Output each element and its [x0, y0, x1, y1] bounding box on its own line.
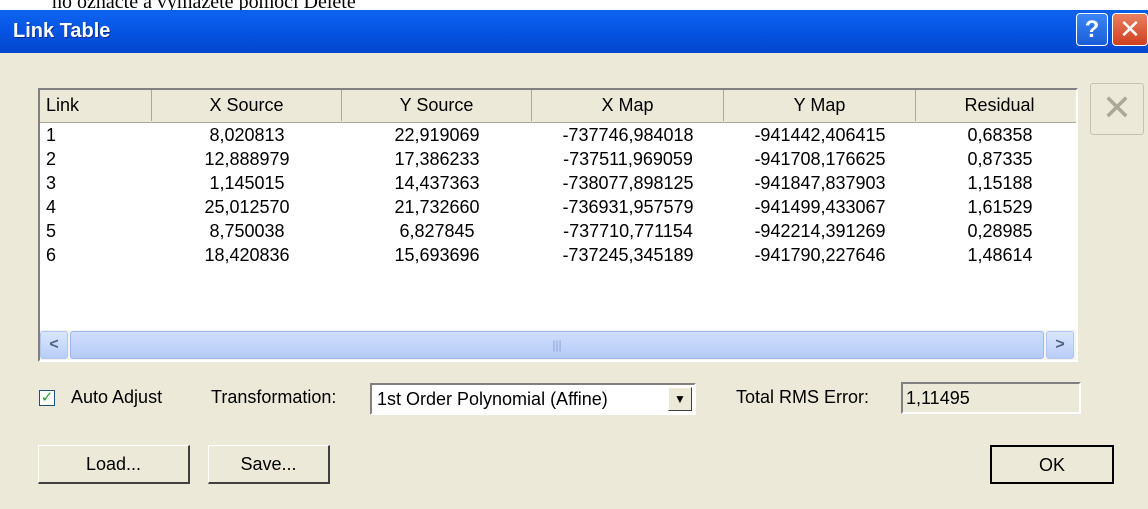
cell-residual: 1,48614 — [967, 245, 1033, 265]
ok-button[interactable]: OK — [990, 445, 1114, 484]
cell-link: 6 — [46, 245, 57, 265]
cell-x-source: 18,420836 — [204, 245, 290, 265]
title-bar[interactable]: Link Table ? ✕ — [0, 10, 1148, 53]
cell-x-source: 1,145015 — [209, 173, 285, 193]
cell-y-map: -941442,406415 — [754, 125, 886, 145]
cell-x-map: -737710,771154 — [563, 221, 693, 241]
horizontal-scrollbar[interactable]: < ||| > — [40, 330, 1076, 360]
cell-link: 4 — [46, 197, 57, 217]
scroll-thumb[interactable]: ||| — [70, 331, 1044, 359]
delete-x-icon: ✕ — [1101, 87, 1133, 128]
cell-y-source: 22,919069 — [394, 125, 480, 145]
cell-y-source: 21,732660 — [394, 197, 480, 217]
cell-y-map: -941847,837903 — [754, 173, 886, 193]
cell-link: 5 — [46, 221, 57, 241]
chevron-down-icon: ▼ — [674, 392, 686, 406]
cell-y-source: 14,437363 — [394, 173, 480, 193]
transformation-label: Transformation: — [211, 387, 337, 407]
table-row[interactable]: 4 25,012570 21,732660 -736931,957579 -94… — [40, 195, 1076, 219]
cell-residual: 0,87335 — [967, 149, 1033, 169]
cell-residual: 0,28985 — [967, 221, 1033, 241]
cell-x-source: 8,750038 — [209, 221, 285, 241]
cell-y-map: -942214,391269 — [754, 221, 886, 241]
scroll-left-button[interactable]: < — [40, 331, 68, 359]
table-row[interactable]: 2 12,888979 17,386233 -737511,969059 -94… — [40, 147, 1076, 171]
cell-y-map: -941708,176625 — [754, 149, 886, 169]
link-table-dialog: Link Table ? ✕ ✕ Link X Source Y Source … — [0, 10, 1148, 509]
table-row[interactable]: 5 8,750038 6,827845 -737710,771154 -9422… — [40, 219, 1076, 243]
transformation-value: 1st Order Polynomial (Affine) — [377, 389, 608, 409]
cell-x-map: -736931,957579 — [562, 197, 694, 217]
delete-link-button[interactable]: ✕ — [1090, 83, 1144, 135]
cell-y-source: 15,693696 — [394, 245, 480, 265]
cell-y-map: -941499,433067 — [754, 197, 886, 217]
auto-adjust-checkbox[interactable]: ✓ — [39, 390, 55, 406]
cell-x-map: -738077,898125 — [562, 173, 694, 193]
load-button[interactable]: Load... — [38, 445, 190, 484]
cell-x-source: 25,012570 — [204, 197, 290, 217]
rms-error-field: 1,11495 — [901, 382, 1081, 414]
column-header-x-map[interactable]: X Map — [532, 90, 724, 121]
cell-x-source: 8,020813 — [209, 125, 285, 145]
cell-y-source: 17,386233 — [394, 149, 480, 169]
cell-link: 3 — [46, 173, 57, 193]
column-header-link[interactable]: Link — [40, 90, 152, 121]
column-header-residual[interactable]: Residual — [916, 90, 1076, 121]
cell-link: 2 — [46, 149, 57, 169]
rms-error-value: 1,11495 — [906, 388, 970, 408]
column-header-y-map[interactable]: Y Map — [724, 90, 916, 121]
window-title: Link Table — [13, 20, 111, 42]
rms-error-label: Total RMS Error: — [736, 387, 870, 407]
cell-x-map: -737746,984018 — [562, 125, 694, 145]
help-button[interactable]: ? — [1076, 13, 1108, 46]
table-body: 1 8,020813 22,919069 -737746,984018 -941… — [40, 123, 1076, 267]
cell-x-map: -737245,345189 — [562, 245, 694, 265]
cell-x-source: 12,888979 — [204, 149, 290, 169]
transformation-select[interactable]: 1st Order Polynomial (Affine) ▼ — [370, 383, 696, 415]
scroll-right-button[interactable]: > — [1046, 331, 1074, 359]
checkmark-icon: ✓ — [40, 389, 54, 406]
close-icon: ✕ — [1119, 14, 1141, 44]
dropdown-arrow-button[interactable]: ▼ — [668, 387, 692, 411]
cell-residual: 0,68358 — [967, 125, 1033, 145]
table-row[interactable]: 1 8,020813 22,919069 -737746,984018 -941… — [40, 123, 1076, 147]
chevron-left-icon: < — [49, 336, 59, 353]
cell-link: 1 — [46, 125, 57, 145]
close-button[interactable]: ✕ — [1112, 13, 1148, 46]
link-table[interactable]: Link X Source Y Source X Map Y Map Resid… — [38, 88, 1078, 362]
cell-residual: 1,15188 — [967, 173, 1033, 193]
table-row[interactable]: 6 18,420836 15,693696 -737245,345189 -94… — [40, 243, 1076, 267]
cell-y-source: 6,827845 — [399, 221, 475, 241]
column-header-y-source[interactable]: Y Source — [342, 90, 532, 121]
cell-y-map: -941790,227646 — [754, 245, 886, 265]
table-header: Link X Source Y Source X Map Y Map Resid… — [40, 90, 1076, 123]
chevron-right-icon: > — [1055, 336, 1065, 353]
cell-residual: 1,61529 — [967, 197, 1033, 217]
column-header-x-source[interactable]: X Source — [152, 90, 342, 121]
help-icon: ? — [1084, 16, 1100, 43]
save-button[interactable]: Save... — [208, 445, 330, 484]
table-row[interactable]: 3 1,145015 14,437363 -738077,898125 -941… — [40, 171, 1076, 195]
grip-icon: ||| — [552, 338, 562, 352]
cell-x-map: -737511,969059 — [563, 149, 693, 169]
auto-adjust-label[interactable]: Auto Adjust — [71, 385, 162, 409]
